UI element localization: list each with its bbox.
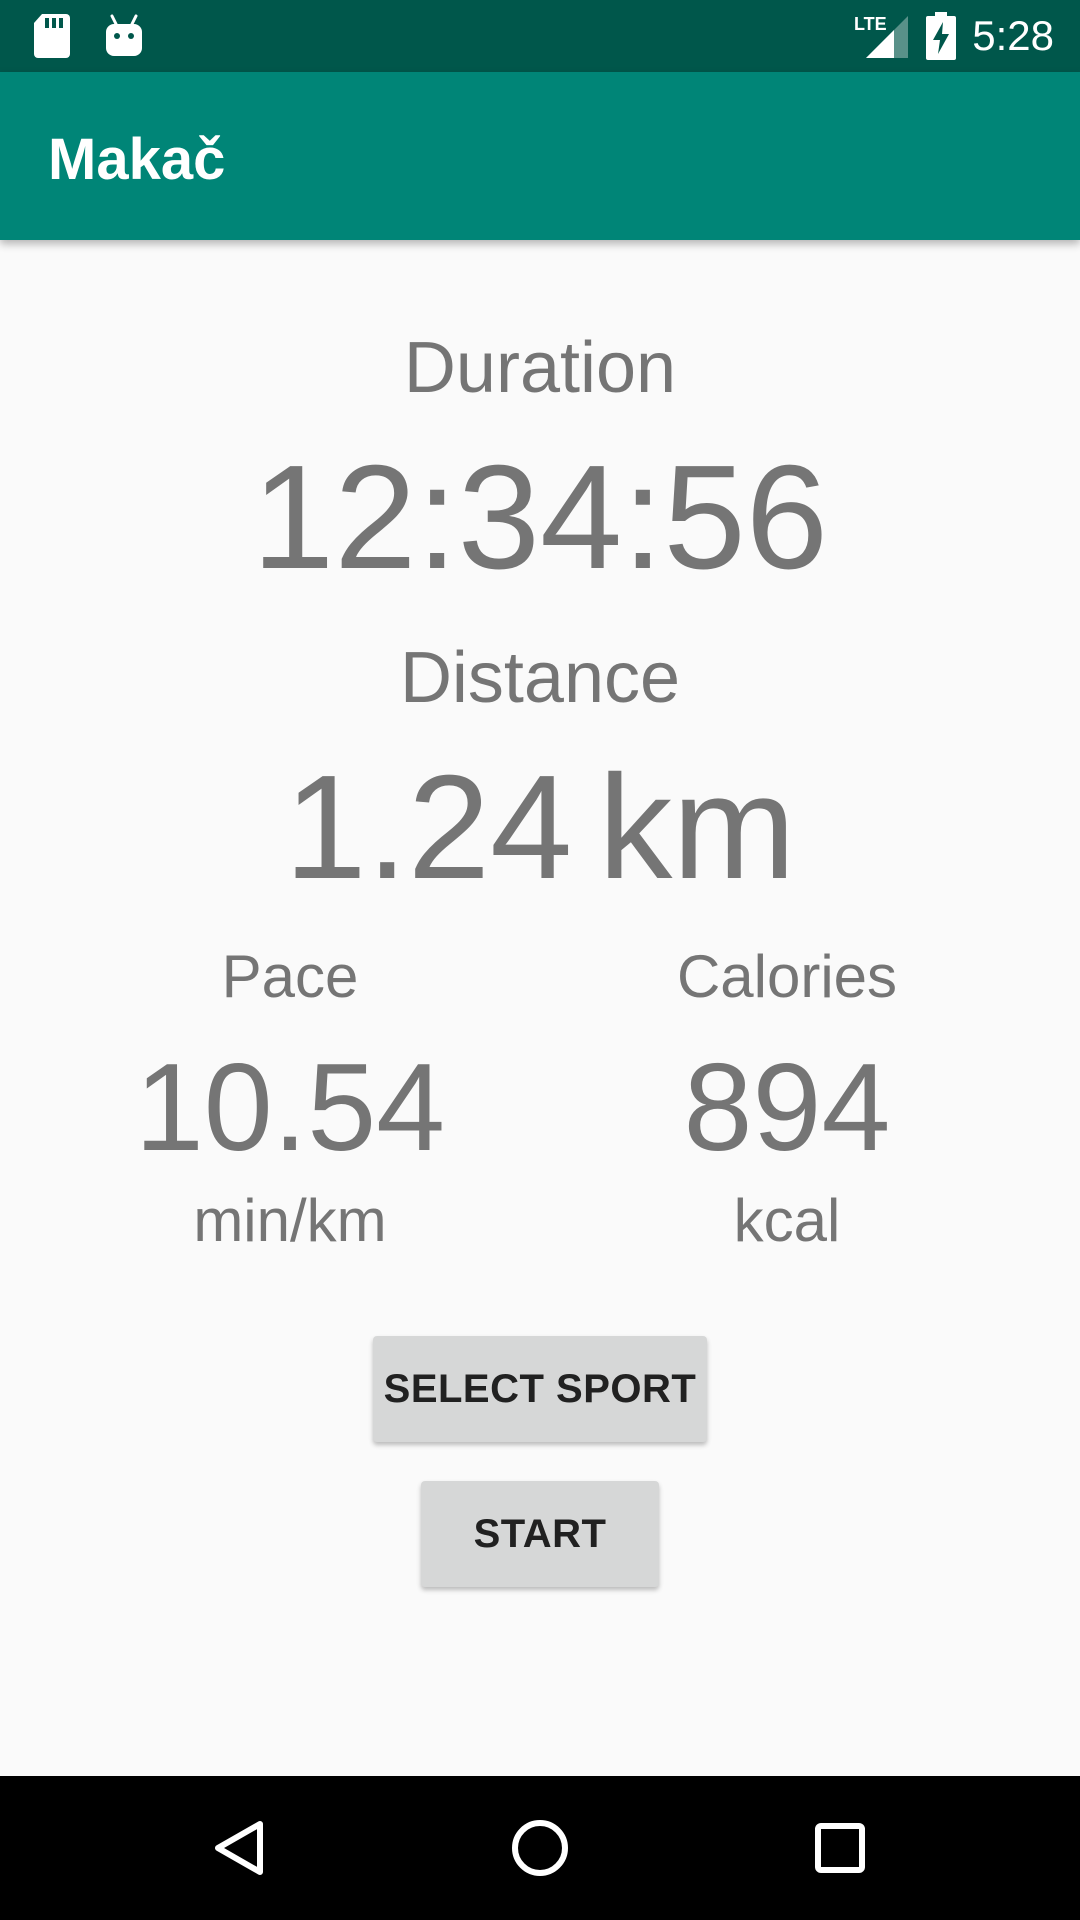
status-left-icons (34, 14, 144, 58)
back-button[interactable] (200, 1808, 280, 1888)
network-type-label: LTE (854, 14, 887, 34)
distance-unit: km (598, 745, 796, 910)
calories-value: 894 (683, 1039, 891, 1177)
home-button[interactable] (500, 1808, 580, 1888)
screen: LTE 5:28 Makač Duration 12:34:56 Distanc… (0, 0, 1080, 1920)
lte-signal-icon: LTE (854, 12, 910, 60)
pace-unit: min/km (193, 1187, 387, 1254)
start-button[interactable]: START (421, 1481, 659, 1587)
distance-value: 1.24 (284, 745, 573, 910)
pace-value: 10.54 (134, 1039, 446, 1177)
app-title: Makač (48, 127, 226, 192)
recents-button[interactable] (800, 1808, 880, 1888)
sd-card-icon (34, 14, 70, 58)
app-bar: Makač (0, 72, 1080, 240)
duration-value: 12:34:56 (251, 435, 829, 600)
calories-unit: kcal (733, 1187, 841, 1254)
status-right-icons: LTE 5:28 (854, 8, 1054, 64)
home-icon (510, 1818, 570, 1878)
select-sport-button[interactable]: SELECT SPORT (373, 1336, 707, 1442)
status-bar: LTE 5:28 (0, 0, 1080, 72)
pace-label: Pace (221, 943, 359, 1010)
distance-display: 1.24 km (0, 748, 1080, 908)
distance-label: Distance (399, 638, 681, 718)
duration-label: Duration (403, 328, 677, 408)
back-icon (210, 1818, 270, 1878)
recents-icon (812, 1820, 868, 1876)
navigation-bar (0, 1776, 1080, 1920)
battery-charging-icon (926, 12, 957, 60)
status-time: 5:28 (972, 12, 1054, 59)
android-debug-icon (104, 14, 144, 58)
calories-label: Calories (676, 943, 898, 1010)
